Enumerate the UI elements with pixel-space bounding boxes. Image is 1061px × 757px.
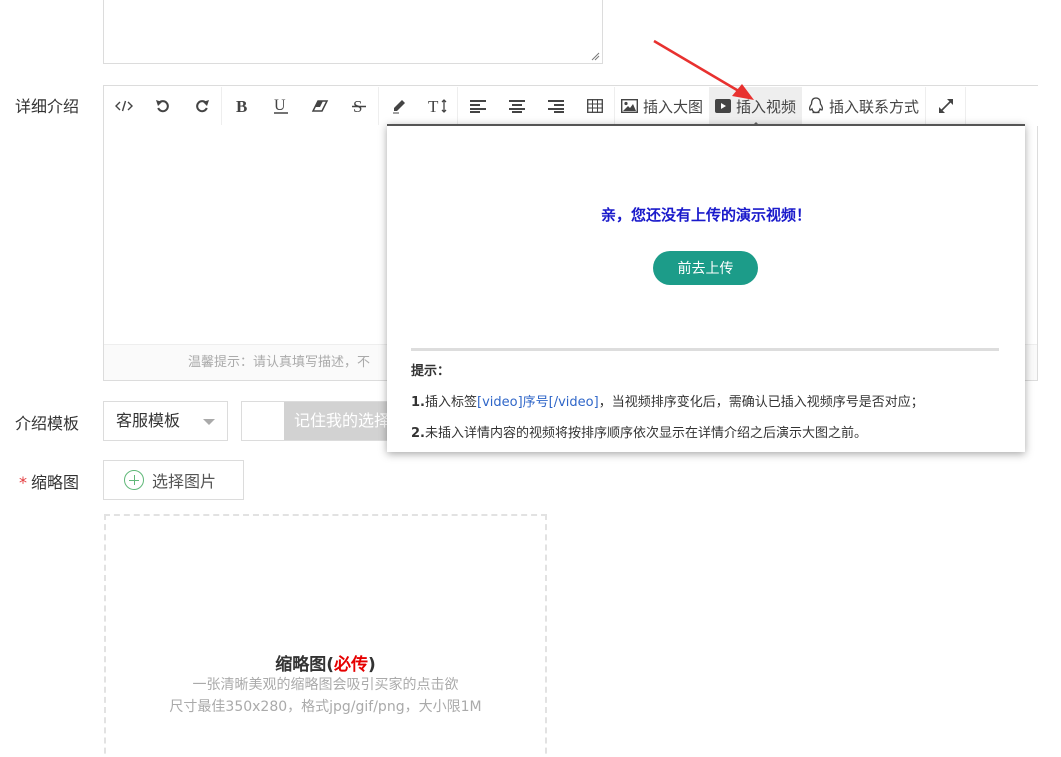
tip-text: 未插入详情内容的视频将按排序顺序依次显示在详情介绍之后演示大图之前。 xyxy=(424,426,867,441)
must-upload-text: 必传 xyxy=(334,655,368,675)
tips-title: 提示： xyxy=(411,364,451,379)
chevron-down-icon xyxy=(203,419,215,425)
image-icon xyxy=(621,99,638,113)
table-icon xyxy=(586,99,603,113)
plus-circle-icon xyxy=(124,470,144,490)
bold-icon: B xyxy=(236,98,247,114)
align-left-button[interactable] xyxy=(458,87,497,125)
underline-icon: U xyxy=(273,97,288,114)
remember-choice-toggle[interactable]: 记住我的选择 xyxy=(241,401,401,441)
svg-text:T: T xyxy=(428,98,439,114)
tip-line-2: 2.未插入详情内容的视频将按排序顺序依次显示在详情介绍之后演示大图之前。 xyxy=(411,422,924,441)
source-code-button[interactable] xyxy=(104,87,143,125)
insert-video-popup: 亲，您还没有上传的演示视频！ 前去上传 提示： 1.插入标签[video]序号[… xyxy=(387,124,1025,452)
go-upload-button[interactable]: 前去上传 xyxy=(653,251,758,285)
eraser-button[interactable] xyxy=(300,87,339,125)
paren-open: ( xyxy=(326,655,334,675)
toolbar-separator xyxy=(965,87,967,125)
pencil-icon xyxy=(392,100,405,114)
pen-color-button[interactable] xyxy=(379,87,418,125)
editor-toolbar: B U S xyxy=(104,86,1039,128)
qq-penguin-icon xyxy=(808,97,824,114)
thumbnail-dropzone[interactable]: 缩略图(必传) 一张清晰美观的缩略图会吸引买家的点击欲 尺寸最佳350x280，… xyxy=(104,514,547,757)
description-textarea[interactable] xyxy=(103,0,603,64)
choose-image-label: 选择图片 xyxy=(152,472,217,491)
paren-close: ) xyxy=(368,655,376,675)
align-center-icon xyxy=(508,100,525,113)
thumbnail-label-text: 缩略图 xyxy=(31,473,80,492)
redo-button[interactable] xyxy=(182,87,221,125)
underline-button[interactable]: U xyxy=(261,87,300,125)
align-center-button[interactable] xyxy=(497,87,536,125)
svg-text:U: U xyxy=(274,97,286,114)
template-label: 介绍模板 xyxy=(15,414,80,433)
align-left-icon xyxy=(469,100,486,113)
svg-text:B: B xyxy=(236,98,247,114)
tip-line-1: 1.插入标签[video]序号[/video]，当视频排序变化后，需确认已插入视… xyxy=(411,391,924,410)
resize-grip-icon[interactable] xyxy=(591,52,600,61)
dropzone-desc-1: 一张清晰美观的缩略图会吸引买家的点击欲 xyxy=(192,677,459,693)
dropzone-title: 缩略图(必传) xyxy=(106,650,545,675)
annotation-arrow-icon xyxy=(653,39,754,100)
video-tag-syntax: [video]序号[/video] xyxy=(477,395,599,410)
remember-checkbox[interactable] xyxy=(242,402,284,440)
dropzone-desc-2: 尺寸最佳350x280，格式jpg/gif/png，大小限1M xyxy=(169,699,482,715)
tip-number: 1. xyxy=(411,395,425,410)
popup-tips: 提示： 1.插入标签[video]序号[/video]，当视频排序变化后，需确认… xyxy=(411,360,924,453)
strikethrough-button[interactable]: S xyxy=(339,87,378,125)
code-icon xyxy=(114,100,133,112)
eraser-icon xyxy=(311,100,328,112)
tip-number: 2. xyxy=(411,426,425,441)
template-selected-value: 客服模板 xyxy=(116,411,181,430)
expand-icon xyxy=(938,99,953,113)
bold-button[interactable]: B xyxy=(222,87,261,125)
tip-text: ，当视频排序变化后，需确认已插入视频序号是否对应； xyxy=(598,395,924,410)
no-video-message: 亲，您还没有上传的演示视频！ xyxy=(600,206,811,224)
insert-contact-button[interactable]: 插入联系方式 xyxy=(802,87,925,125)
thumbnail-label: * 缩略图 xyxy=(19,469,79,493)
insert-contact-label: 插入联系方式 xyxy=(829,97,920,116)
required-marker: * xyxy=(19,473,27,492)
popup-divider xyxy=(411,348,999,351)
template-select[interactable]: 客服模板 xyxy=(103,401,228,441)
dropzone-title-text: 缩略图 xyxy=(275,655,327,675)
undo-icon xyxy=(155,100,169,113)
strikethrough-icon: S xyxy=(351,98,366,114)
align-right-button[interactable] xyxy=(536,87,575,125)
text-height-icon: T xyxy=(428,98,446,114)
font-size-button[interactable]: T xyxy=(418,87,457,125)
detail-label: 详细介绍 xyxy=(15,97,80,116)
redo-icon xyxy=(195,100,209,113)
fullscreen-button[interactable] xyxy=(926,87,965,125)
insert-table-button[interactable] xyxy=(575,87,614,125)
align-right-icon xyxy=(547,100,564,113)
remember-label: 记住我的选择 xyxy=(284,402,400,440)
choose-image-button[interactable]: 选择图片 xyxy=(103,460,244,500)
tip-text: 插入标签 xyxy=(424,395,477,410)
undo-button[interactable] xyxy=(143,87,182,125)
